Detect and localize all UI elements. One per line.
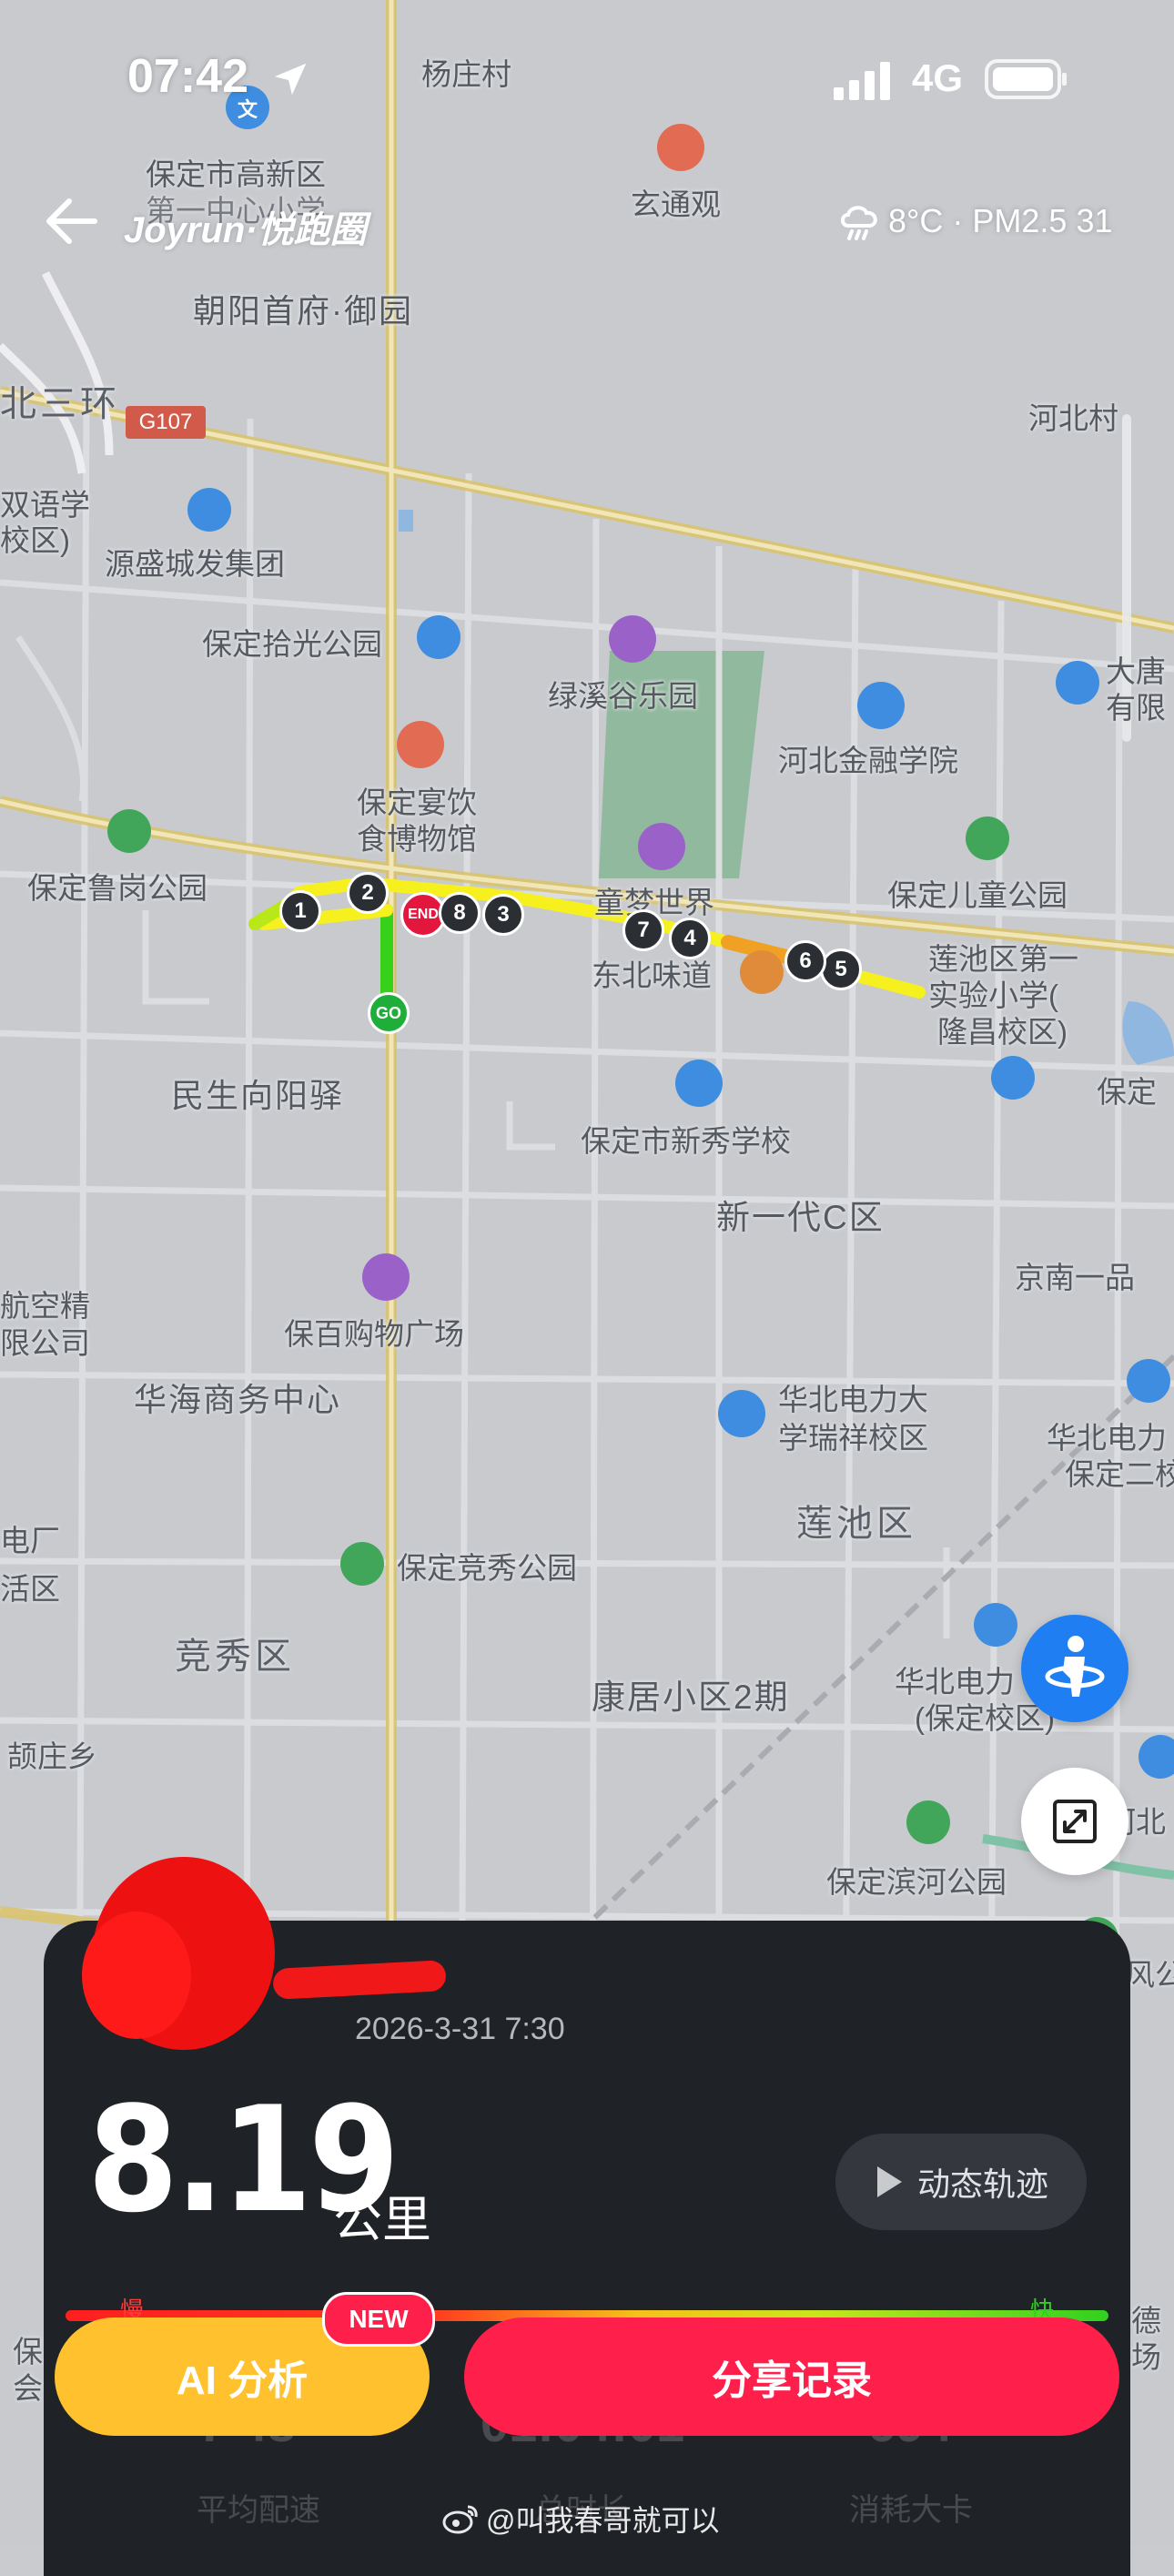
run-date: 2026-3-31 7:30 xyxy=(355,2012,565,2046)
start-marker[interactable]: GO xyxy=(368,992,410,1034)
back-arrow-icon[interactable] xyxy=(42,196,100,247)
location-arrow-icon xyxy=(274,63,307,96)
new-badge: NEW xyxy=(322,2292,435,2347)
map-label: 北三环 xyxy=(0,384,120,424)
stat-label: 消耗大卡 xyxy=(849,2493,973,2528)
person-3d-icon xyxy=(1045,1636,1105,1697)
map-label: 保定鲁岗公园 xyxy=(27,871,207,905)
map-label: 有限 xyxy=(1106,691,1166,725)
km-marker-5[interactable]: 5 xyxy=(820,948,862,990)
map-label: 保定 xyxy=(1097,1075,1157,1109)
map-label: 华北电力 xyxy=(895,1665,1015,1699)
km-marker-2[interactable]: 2 xyxy=(347,872,389,914)
map-label: 华北电力 xyxy=(1047,1421,1167,1455)
map-label: 保定儿童公园 xyxy=(887,878,1068,912)
street-view-button[interactable] xyxy=(1021,1615,1128,1722)
share-record-label: 分享记录 xyxy=(712,2358,872,2403)
map-label: 保定拾光公园 xyxy=(202,627,382,661)
replay-track-button[interactable]: 动态轨迹 xyxy=(835,2134,1087,2230)
km-marker-3[interactable]: 3 xyxy=(482,894,524,936)
map-label: 新一代C区 xyxy=(716,1199,885,1236)
map-label: 实验小学( xyxy=(928,979,1058,1012)
map-label: 东北味道 xyxy=(592,958,712,992)
map-label: 源盛城发集团 xyxy=(105,547,285,581)
map-label: 京南一品 xyxy=(1015,1261,1135,1294)
map-header: Joyrun·悦跑圈 8°C · PM2.5 31 xyxy=(0,173,1174,273)
map-label: 竞秀区 xyxy=(175,1637,295,1677)
watermark-text: @叫我春哥就可以 xyxy=(486,2504,720,2537)
map-label: 活区 xyxy=(0,1572,60,1606)
map-label: 食博物馆 xyxy=(357,822,477,856)
fullscreen-icon xyxy=(1053,1800,1097,1843)
map-label: 莲池区 xyxy=(796,1504,916,1544)
map-label: 莲池区第一 xyxy=(928,942,1078,976)
brand-logo: Joyrun·悦跑圈 xyxy=(124,210,367,250)
km-marker-6[interactable]: 6 xyxy=(784,940,826,982)
share-record-button[interactable]: 分享记录 xyxy=(464,2317,1119,2436)
map-label: 颉庄乡 xyxy=(7,1739,97,1773)
km-marker-1[interactable]: 1 xyxy=(279,890,321,932)
map-label: 河北金融学院 xyxy=(778,744,958,777)
status-bar: 07:42 4G xyxy=(0,0,1174,146)
map-label: 华海商务中心 xyxy=(134,1381,342,1418)
map-label: 风公 xyxy=(1125,1958,1174,1992)
watermark: @叫我春哥就可以 xyxy=(442,2498,720,2540)
ai-analysis-label: AI 分析 xyxy=(176,2358,309,2403)
map-label: 保定宴饮 xyxy=(357,786,477,819)
map-label: 校区) xyxy=(0,523,70,557)
map-label: 朝阳首府·御园 xyxy=(193,292,413,330)
status-time: 07:42 xyxy=(127,50,248,103)
km-marker-4[interactable]: 4 xyxy=(669,918,711,959)
avatar-redaction xyxy=(82,1912,191,2039)
replay-label: 动态轨迹 xyxy=(916,2165,1048,2203)
map-label: 保百购物广场 xyxy=(284,1317,464,1351)
map-label: 场 xyxy=(1131,2340,1161,2374)
map-label: 河北村 xyxy=(1028,401,1118,435)
map-label: 德 xyxy=(1131,2304,1161,2338)
map-label: 隆昌校区) xyxy=(937,1015,1068,1049)
km-marker-7[interactable]: 7 xyxy=(622,909,664,951)
map-label: (保定校区) xyxy=(915,1701,1055,1735)
map-label: 大唐 xyxy=(1106,654,1166,688)
network-type: 4G xyxy=(912,56,964,99)
weather-info: 8°C · PM2.5 31 xyxy=(888,202,1113,239)
map-label: 保定竞秀公园 xyxy=(397,1551,577,1585)
map-label: 保 xyxy=(13,2335,43,2368)
km-marker-8[interactable]: 8 xyxy=(439,892,481,934)
map-label: 航空精 xyxy=(0,1289,90,1323)
map-label: 双语学 xyxy=(0,488,90,522)
battery-icon xyxy=(985,59,1067,99)
map-label: 康居小区2期 xyxy=(592,1678,790,1716)
map-label: 电厂 xyxy=(0,1524,60,1557)
weibo-icon xyxy=(442,2505,478,2534)
map-label: 保定市新秀学校 xyxy=(581,1124,791,1158)
distance-unit: 公里 xyxy=(333,2193,431,2247)
rain-cloud-icon xyxy=(841,206,877,240)
road-shield: G107 xyxy=(126,406,206,439)
signal-icon xyxy=(834,62,890,100)
map-label: 限公司 xyxy=(0,1326,90,1360)
stat-label: 平均配速 xyxy=(197,2493,320,2528)
expand-map-button[interactable] xyxy=(1021,1768,1128,1875)
play-icon xyxy=(876,2166,902,2197)
map-label: 绿溪谷乐园 xyxy=(548,679,698,713)
map-label: 民生向阳驿 xyxy=(171,1077,345,1114)
map-label: 学瑞祥校区 xyxy=(778,1421,928,1455)
map-label: 保定二校 xyxy=(1065,1457,1174,1491)
map-label: 会 xyxy=(13,2371,43,2405)
map-label: 保定滨河公园 xyxy=(826,1865,1007,1899)
map-label: 华北电力大 xyxy=(778,1383,928,1416)
